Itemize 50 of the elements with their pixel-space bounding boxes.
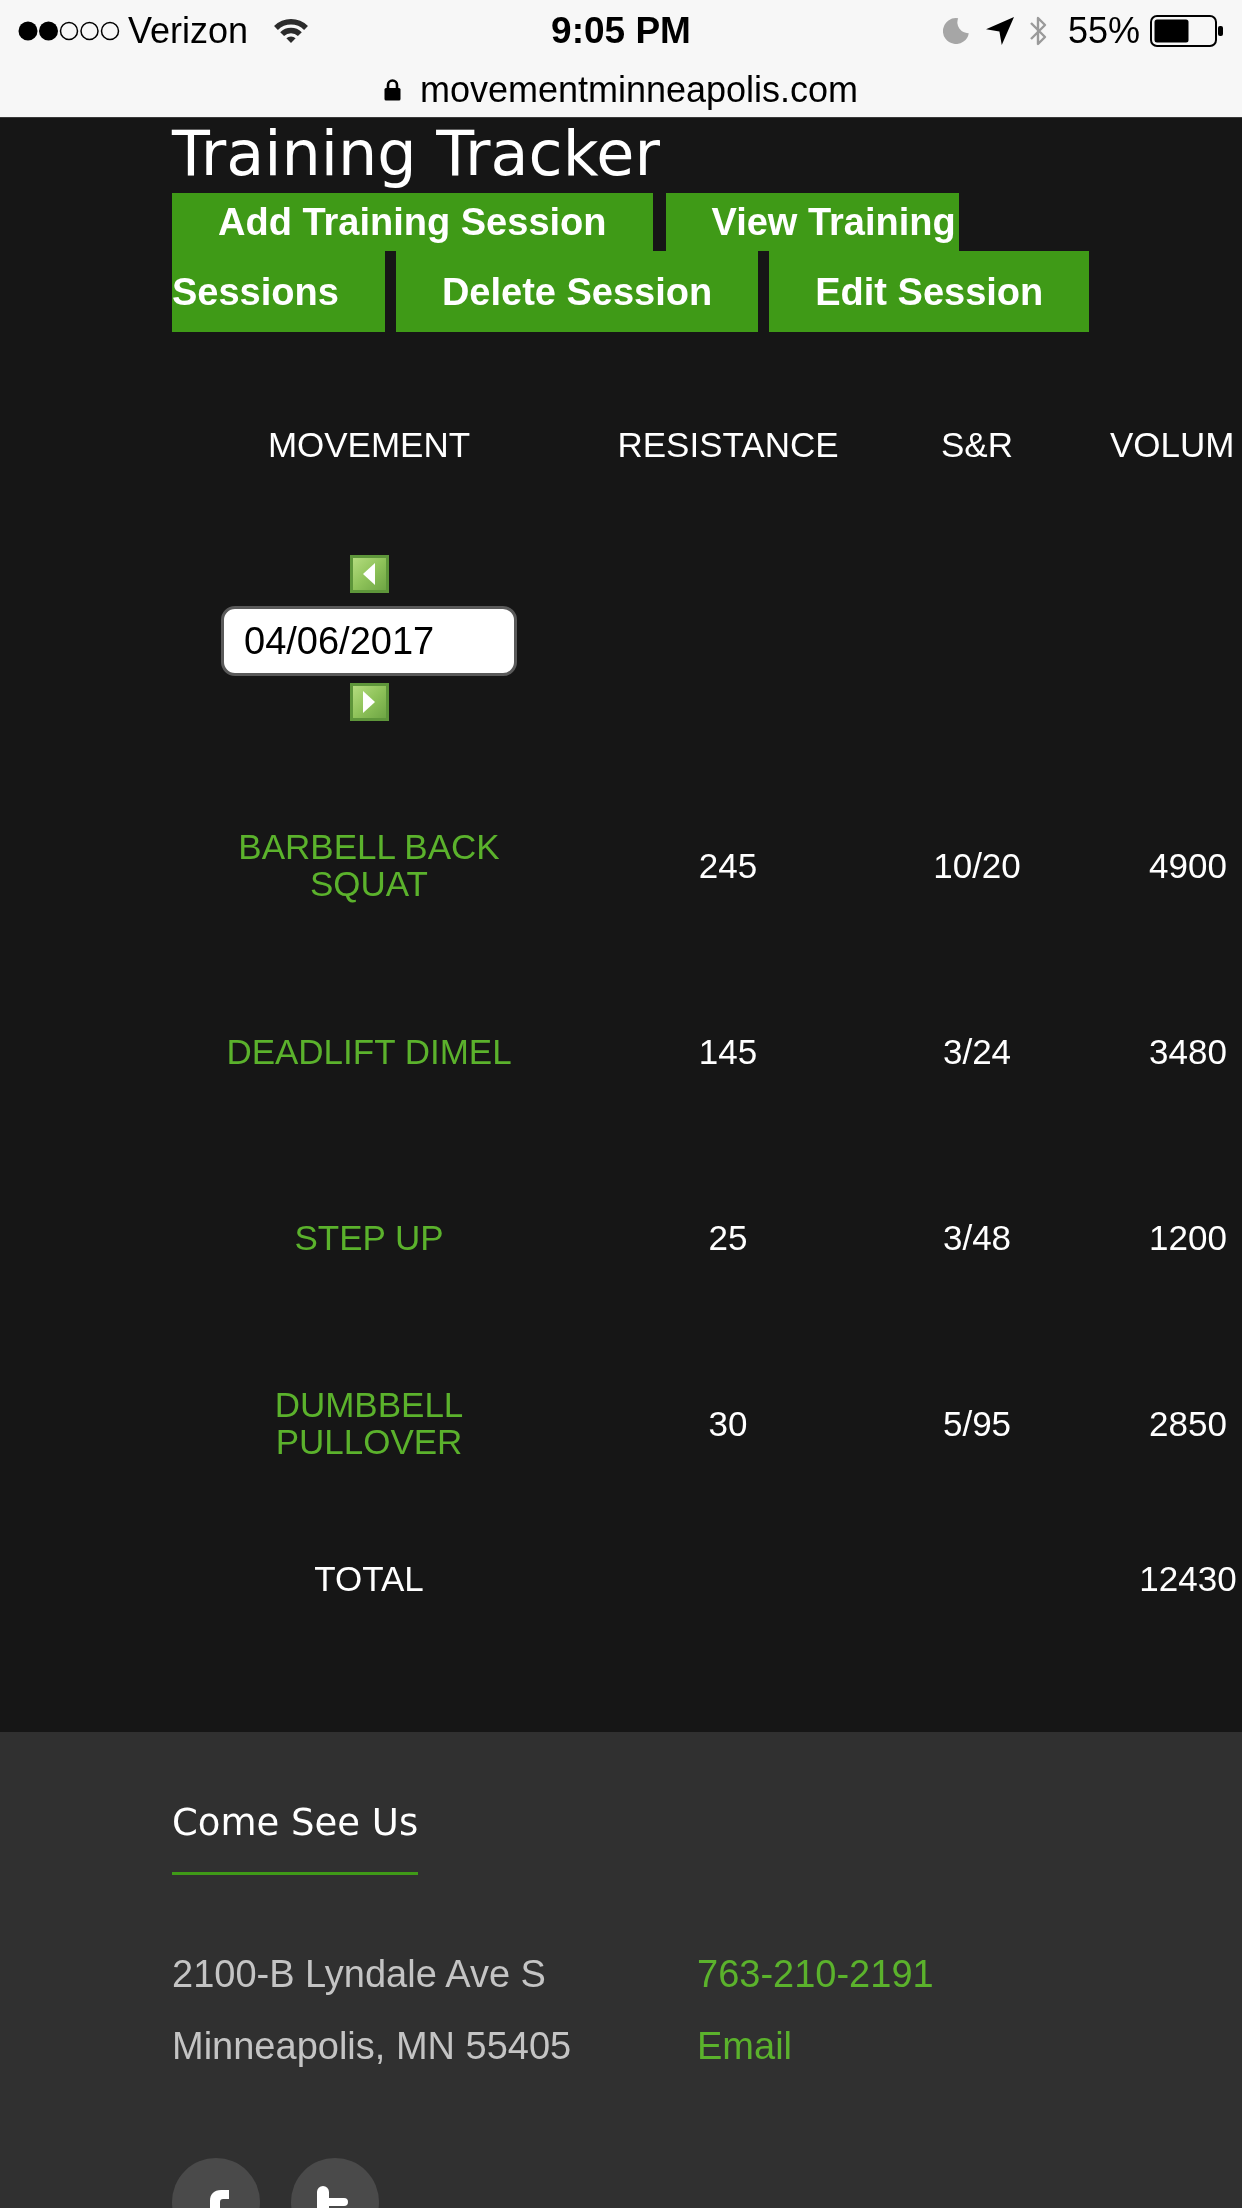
address-line: 2100-B Lyndale Ave S <box>172 1953 546 1995</box>
phone-link[interactable]: 763-210-2191 <box>697 1953 934 1995</box>
signal-icon <box>18 21 120 41</box>
wifi-icon <box>274 19 309 43</box>
table-cell: 3/48 <box>942 1217 1012 1257</box>
lock-icon <box>383 78 401 101</box>
view-sessions-button[interactable]: Sessions <box>172 251 385 332</box>
table-cell: 5/95 <box>942 1403 1012 1443</box>
edit-session-button[interactable]: Edit Session <box>769 251 1090 332</box>
table-cell: 3480 <box>1149 1031 1227 1071</box>
next-date-button[interactable] <box>349 683 389 721</box>
triangle-left-icon <box>363 563 375 585</box>
view-sessions-button[interactable]: View Training <box>665 193 959 251</box>
add-session-button[interactable]: Add Training Session <box>172 193 653 251</box>
site-url[interactable]: movementminneapolis.com <box>419 68 859 111</box>
column-header: RESISTANCE <box>617 425 839 464</box>
footer-heading: Come See Us <box>172 1800 419 1846</box>
facebook-icon[interactable] <box>172 2158 260 2208</box>
table-cell: 145 <box>698 1031 758 1071</box>
battery-icon <box>1150 15 1224 47</box>
delete-session-button[interactable]: Delete Session <box>395 251 759 332</box>
movement-link[interactable]: STEP UP <box>294 1218 444 1256</box>
twitter-icon[interactable] <box>291 2158 379 2208</box>
table-cell: 25 <box>708 1217 748 1257</box>
table-cell: 30 <box>708 1403 748 1443</box>
location-arrow-icon <box>985 17 1014 45</box>
previous-date-button[interactable] <box>349 555 389 593</box>
table-cell: 10/20 <box>933 845 1021 885</box>
triangle-right-icon <box>363 691 375 713</box>
table-cell: 2850 <box>1149 1403 1227 1443</box>
address-line: Minneapolis, MN 55405 <box>172 2025 572 2067</box>
column-header: VOLUM <box>1110 425 1235 464</box>
total-volume: 12430 <box>1139 1558 1237 1598</box>
table-cell: 1200 <box>1149 1217 1227 1257</box>
battery-percent: 55% <box>1067 10 1140 52</box>
table-cell: 4900 <box>1149 845 1227 885</box>
table-cell: 245 <box>698 845 758 885</box>
page-title: Training Tracker <box>172 118 660 190</box>
total-label: TOTAL <box>314 1558 424 1598</box>
email-link[interactable]: Email <box>697 2025 793 2067</box>
moon-icon <box>942 18 969 44</box>
movement-link[interactable]: BARBELL BACK SQUAT <box>219 828 519 902</box>
carrier-name: Verizon <box>128 10 249 52</box>
clock-time: 9:05 PM <box>551 10 691 52</box>
movement-link[interactable]: DEADLIFT DIMEL <box>226 1032 512 1070</box>
date-field[interactable]: 04/06/2017 <box>221 606 517 676</box>
movement-link[interactable]: DUMBBELL PULLOVER <box>219 1386 519 1460</box>
column-header: S&R <box>941 425 1013 464</box>
table-cell: 3/24 <box>942 1031 1012 1071</box>
column-header: MOVEMENT <box>267 425 471 464</box>
